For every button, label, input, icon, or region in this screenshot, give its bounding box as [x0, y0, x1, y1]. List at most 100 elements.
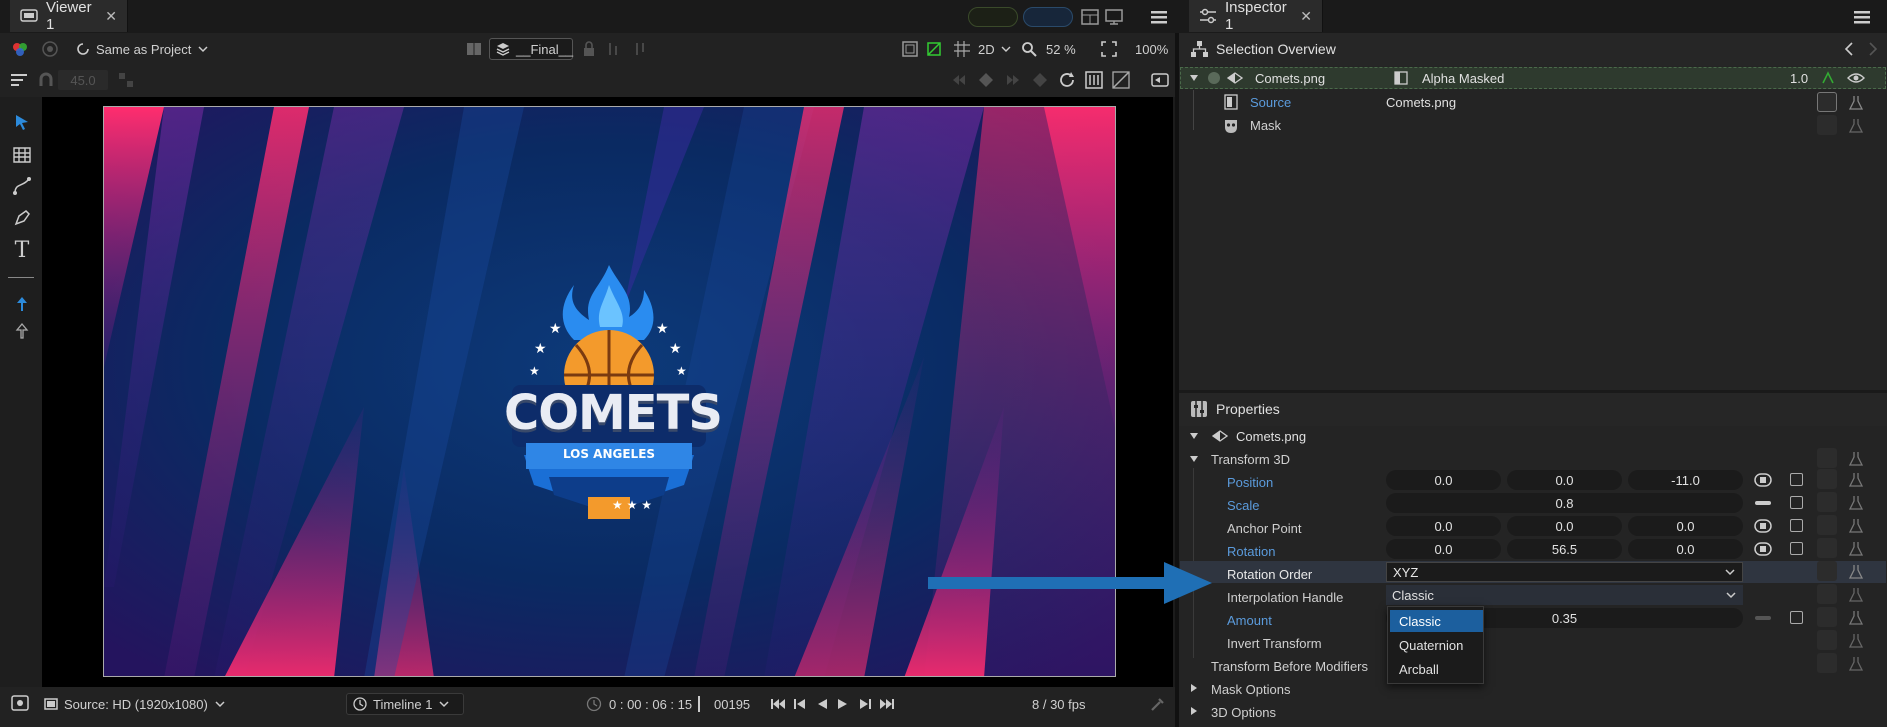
refresh-icon[interactable] [1056, 69, 1078, 91]
grid-icon[interactable] [951, 38, 973, 60]
dropdown-option-arcball[interactable]: Arcball [1390, 658, 1483, 680]
safe-frame-icon[interactable] [899, 38, 921, 60]
flask-icon[interactable] [1845, 448, 1867, 470]
before-modifiers-label[interactable]: Transform Before Modifiers [1211, 659, 1368, 674]
snap-grid-icon[interactable] [115, 69, 137, 91]
display-icon[interactable] [1103, 6, 1125, 28]
rotation-x-input[interactable]: 0.0 [1386, 539, 1501, 559]
position-pick-icon[interactable] [1817, 469, 1837, 489]
anchor-z-input[interactable]: 0.0 [1628, 516, 1743, 536]
mask-label[interactable]: Mask [1250, 118, 1281, 133]
select-arrow-icon[interactable] [11, 111, 33, 133]
viewer-settings-icon[interactable] [9, 693, 31, 715]
keyframe-next-icon[interactable] [1002, 69, 1024, 91]
amount-checkbox[interactable] [1790, 611, 1803, 624]
anchor-label[interactable]: Anchor Point [1227, 521, 1301, 536]
play-reverse-icon[interactable] [811, 693, 833, 715]
go-end-icon[interactable] [876, 693, 898, 715]
timeline-dropdown[interactable]: Timeline 1 [346, 693, 464, 715]
flask-icon[interactable] [1845, 584, 1867, 606]
anchor-y-input[interactable]: 0.0 [1507, 516, 1622, 536]
close-icon[interactable]: ✕ [105, 8, 117, 25]
zoom-icon[interactable] [1018, 38, 1040, 60]
curve-tool-icon[interactable] [11, 175, 33, 197]
puppet-tool-icon[interactable] [11, 293, 33, 315]
frame-counter[interactable]: 00195 [714, 693, 750, 715]
layer-selector[interactable]: __Final__ [489, 38, 573, 60]
keyframe-prev-icon[interactable] [948, 69, 970, 91]
flask-icon[interactable] [1845, 561, 1867, 583]
text-tool-icon[interactable]: T [11, 238, 33, 263]
source-dropdown[interactable]: Source: HD (1920x1080) [44, 693, 226, 715]
scale-checkbox[interactable] [1790, 496, 1803, 509]
zoom-100-button[interactable]: 100% [1135, 38, 1168, 60]
link-xyz-icon[interactable] [1752, 515, 1774, 537]
motion-blur-icon[interactable] [1817, 67, 1839, 89]
list-menu-icon[interactable] [8, 69, 30, 91]
collapse-triangle-icon[interactable] [1183, 677, 1205, 699]
rotation-checkbox[interactable] [1790, 542, 1803, 555]
timecode[interactable]: 0 : 00 : 06 : 15 [609, 693, 692, 715]
flask-icon[interactable] [1845, 492, 1867, 514]
scale-pick-icon[interactable] [1817, 492, 1837, 512]
position-y-input[interactable]: 0.0 [1507, 470, 1622, 490]
scale-unlink-icon[interactable] [1752, 492, 1774, 514]
scale-input[interactable]: 0.8 [1386, 493, 1743, 513]
viewer-menu-icon[interactable] [1148, 6, 1170, 28]
resolution-dropdown[interactable]: Same as Project [76, 38, 209, 60]
invert-pick-icon[interactable] [1817, 630, 1837, 650]
source-label[interactable]: Source [1250, 95, 1291, 110]
book-icon[interactable] [463, 38, 485, 60]
dropdown-option-classic[interactable]: Classic [1390, 610, 1483, 632]
align-up-icon[interactable] [603, 38, 625, 60]
close-icon[interactable]: ✕ [1300, 8, 1312, 25]
amount-label[interactable]: Amount [1227, 613, 1272, 628]
position-x-input[interactable]: 0.0 [1386, 470, 1501, 490]
rotation-pick-icon[interactable] [1817, 538, 1837, 558]
dropdown-option-quaternion[interactable]: Quaternion [1390, 634, 1483, 656]
mask-options-label[interactable]: Mask Options [1211, 682, 1290, 697]
anchor-pick-icon[interactable] [1817, 515, 1837, 535]
nav-back-icon[interactable] [1838, 38, 1860, 60]
flask-icon[interactable] [1845, 515, 1867, 537]
source-pick-icon[interactable] [1817, 92, 1837, 112]
puppet-pin-icon[interactable] [11, 320, 33, 342]
tab-inspector[interactable]: Inspector 1 ✕ [1189, 0, 1323, 33]
rotation-label[interactable]: Rotation [1227, 544, 1275, 559]
source-value[interactable]: Comets.png [1386, 95, 1456, 110]
interp-label[interactable]: Interpolation Handle [1227, 590, 1343, 605]
position-checkbox[interactable] [1790, 473, 1803, 486]
keyframe-icon[interactable] [975, 69, 997, 91]
layout-icon[interactable] [1079, 6, 1101, 28]
invert-label[interactable]: Invert Transform [1227, 636, 1322, 651]
rotation-y-input[interactable]: 56.5 [1507, 539, 1622, 559]
opacity-value[interactable]: 1.0 [1790, 71, 1808, 86]
pen-tool-icon[interactable] [11, 207, 33, 229]
flask-icon[interactable] [1845, 92, 1867, 114]
align-down-icon[interactable] [630, 38, 652, 60]
flask-icon[interactable] [1845, 538, 1867, 560]
angle-input[interactable]: 45.0 [58, 70, 108, 90]
expand-triangle-icon[interactable] [1183, 448, 1205, 470]
position-label[interactable]: Position [1227, 475, 1273, 490]
transform-group-label[interactable]: Transform 3D [1211, 452, 1290, 467]
lock-icon[interactable] [578, 38, 600, 60]
position-z-input[interactable]: -11.0 [1628, 470, 1743, 490]
tab-viewer[interactable]: Viewer 1 ✕ [10, 0, 128, 33]
interp-pick-icon[interactable] [1817, 584, 1837, 604]
interp-select[interactable]: Classic [1386, 585, 1743, 605]
rotation-order-select[interactable]: XYZ [1386, 562, 1743, 582]
grid-tool-icon[interactable] [11, 144, 33, 166]
eyedropper-icon[interactable] [1147, 693, 1169, 715]
inspector-menu-icon[interactable] [1851, 6, 1873, 28]
options-3d-label[interactable]: 3D Options [1211, 705, 1276, 720]
before-modifiers-pick-icon[interactable] [1817, 653, 1837, 673]
link-xyz-icon[interactable] [1752, 538, 1774, 560]
zoom-percent[interactable]: 52 % [1046, 38, 1076, 60]
mask-pick-icon[interactable] [1817, 115, 1837, 135]
play-icon[interactable] [832, 693, 854, 715]
expand-triangle-icon[interactable] [1183, 67, 1205, 89]
flask-icon[interactable] [1845, 607, 1867, 629]
expand-triangle-icon[interactable] [1183, 425, 1205, 447]
color-channels-icon[interactable] [9, 38, 31, 60]
